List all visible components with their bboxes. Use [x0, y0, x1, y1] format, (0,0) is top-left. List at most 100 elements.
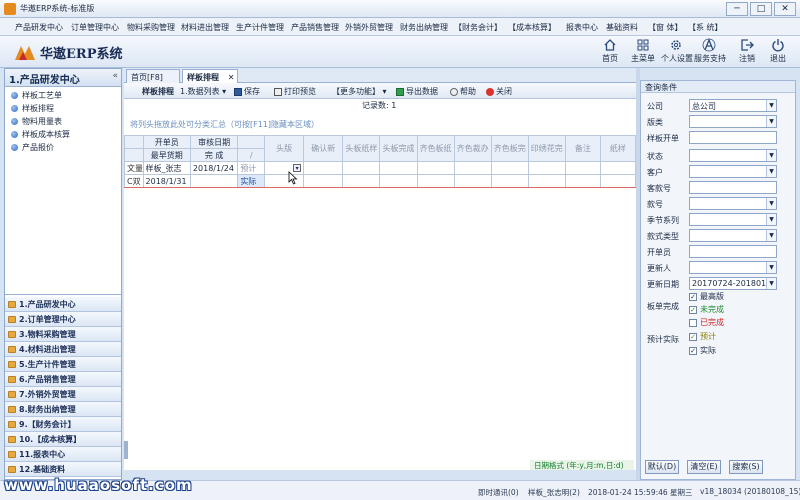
module-item[interactable]: 6.产品销售管理: [5, 372, 121, 387]
close-window-button[interactable]: ✕: [774, 2, 796, 16]
home-button[interactable]: 首页: [595, 38, 625, 64]
checkbox-highest-version[interactable]: ✓ 最高版: [689, 291, 724, 302]
menu-item-export[interactable]: 外销外贸管理: [345, 22, 393, 33]
column-header[interactable]: 审核日期: [189, 135, 239, 149]
grid-cell[interactable]: [342, 161, 381, 175]
column-header[interactable]: [237, 135, 266, 149]
logout-button[interactable]: 注销: [732, 38, 762, 64]
grid-cell[interactable]: 实际: [237, 174, 266, 188]
tab-sample-schedule[interactable]: 样板排程 ✕: [182, 69, 238, 83]
checkbox-incomplete[interactable]: ✓ 未完成: [689, 304, 724, 315]
menu-item-purchase[interactable]: 物料采购管理: [127, 22, 175, 33]
grid-cell[interactable]: 样板_张志: [142, 161, 191, 175]
tree-item[interactable]: 样板排程: [11, 102, 121, 115]
update-date-select[interactable]: 20170724-20180124 ▼: [689, 277, 777, 290]
column-header[interactable]: 纸样: [599, 135, 637, 162]
module-item[interactable]: 1.产品研发中心: [5, 297, 121, 312]
creator-input[interactable]: [689, 245, 777, 258]
support-button[interactable]: 服务支持: [694, 38, 726, 64]
grid-cell[interactable]: [453, 174, 492, 188]
checkbox-estimate[interactable]: ✓ 预计: [689, 331, 716, 342]
data-list-dropdown[interactable]: 1.数据列表 ▾: [180, 86, 226, 97]
tree-item[interactable]: 样板工艺单: [11, 89, 121, 102]
export-data-button[interactable]: 导出数据: [396, 86, 438, 97]
column-header[interactable]: 开单员: [142, 135, 191, 149]
module-item[interactable]: 7.外销外贸管理: [5, 387, 121, 402]
help-button[interactable]: 帮助: [450, 86, 476, 97]
checkbox-completed[interactable]: 已完成: [689, 317, 724, 328]
module-item[interactable]: 5.生产计件管理: [5, 357, 121, 372]
grid-cell[interactable]: [379, 174, 418, 188]
menu-item-costing[interactable]: 【成本核算】: [508, 22, 556, 33]
menu-item-rnd[interactable]: 产品研发中心: [15, 22, 63, 33]
grid-cell[interactable]: [303, 174, 344, 188]
column-header[interactable]: 头板完成: [379, 135, 418, 162]
instant-message-link[interactable]: 即时通讯(0): [478, 487, 519, 498]
table-row[interactable]: C双 2018/1/31 实际: [124, 174, 637, 188]
customer-style-input[interactable]: [689, 181, 777, 194]
style-no-select[interactable]: ▼: [689, 197, 777, 210]
season-select[interactable]: ▼: [689, 213, 777, 226]
tab-home[interactable]: 首页[F8]: [126, 69, 180, 83]
grid-cell[interactable]: 2018/1/24: [189, 161, 239, 175]
column-header[interactable]: 印绣花完: [527, 135, 566, 162]
menu-item-production[interactable]: 生产计件管理: [236, 22, 284, 33]
column-header[interactable]: [124, 135, 144, 149]
grid-cell[interactable]: [599, 174, 637, 188]
checkbox-actual[interactable]: ✓ 实际: [689, 345, 716, 356]
search-button[interactable]: 搜索(S): [729, 460, 763, 474]
grid-cell[interactable]: [564, 174, 601, 188]
tree-item[interactable]: 产品报价: [11, 141, 121, 154]
column-header[interactable]: 头板纸样: [342, 135, 381, 162]
maximize-button[interactable]: □: [750, 2, 772, 16]
chevron-down-icon[interactable]: ▼: [766, 166, 776, 177]
grid-cell[interactable]: 文量: [124, 161, 144, 175]
minimize-button[interactable]: ─: [726, 2, 748, 16]
column-header[interactable]: 齐色板纸: [416, 135, 455, 162]
tree-item[interactable]: 样板成本核算: [11, 128, 121, 141]
menu-item-sales[interactable]: 产品销售管理: [291, 22, 339, 33]
default-button[interactable]: 默认(D): [645, 460, 679, 474]
column-header[interactable]: 备注: [564, 135, 601, 162]
module-item[interactable]: 10.【成本核算】: [5, 432, 121, 447]
save-button[interactable]: 保存: [234, 86, 260, 97]
menu-item-cashier[interactable]: 财务出纳管理: [400, 22, 448, 33]
grid-cell[interactable]: [527, 174, 566, 188]
chevron-down-icon[interactable]: ▼: [766, 100, 776, 111]
updater-select[interactable]: ▼: [689, 261, 777, 274]
grid-cell[interactable]: [379, 161, 418, 175]
collapse-panel-button[interactable]: «: [112, 71, 118, 81]
grid-cell[interactable]: [416, 161, 455, 175]
module-item[interactable]: 2.订单管理中心: [5, 312, 121, 327]
chevron-down-icon[interactable]: ▼: [766, 262, 776, 273]
module-item[interactable]: 3.物料采购管理: [5, 327, 121, 342]
chevron-down-icon[interactable]: ▼: [766, 150, 776, 161]
menu-item-basic-data[interactable]: 基础资料: [606, 22, 638, 33]
module-item[interactable]: 11.报表中心: [5, 447, 121, 462]
print-preview-button[interactable]: 打印预览: [274, 86, 316, 97]
menu-item-system[interactable]: 【系 统】: [688, 22, 723, 33]
grid-cell[interactable]: [453, 161, 492, 175]
grid-cell[interactable]: [490, 161, 529, 175]
menu-item-reports[interactable]: 报表中心: [566, 22, 598, 33]
grid-cell[interactable]: [490, 174, 529, 188]
exit-button[interactable]: 退出: [763, 38, 793, 64]
menu-item-accounting[interactable]: 【财务会计】: [454, 22, 502, 33]
menu-item-window[interactable]: 【窗 体】: [648, 22, 683, 33]
more-functions-dropdown[interactable]: 【更多功能】 ▾: [332, 86, 387, 97]
module-item[interactable]: 4.材料进出管理: [5, 342, 121, 357]
column-header[interactable]: 确认新: [303, 135, 344, 162]
grid-cell[interactable]: [599, 161, 637, 175]
horizontal-scroll-handle[interactable]: [124, 441, 128, 459]
grid-cell[interactable]: [416, 174, 455, 188]
table-row[interactable]: 文量 样板_张志 2018/1/24 预计 ▾: [124, 161, 637, 175]
close-button[interactable]: 关闭: [486, 86, 512, 97]
sample-order-input[interactable]: [689, 131, 777, 144]
column-header[interactable]: 齐色板完: [490, 135, 529, 162]
column-header[interactable]: 齐色裁办: [453, 135, 492, 162]
clear-button[interactable]: 清空(E): [687, 460, 721, 474]
customer-select[interactable]: ▼: [689, 165, 777, 178]
menu-item-orders[interactable]: 订单管理中心: [71, 22, 119, 33]
personal-settings-button[interactable]: 个人设置: [661, 38, 693, 64]
version-type-select[interactable]: ▼: [689, 115, 777, 128]
